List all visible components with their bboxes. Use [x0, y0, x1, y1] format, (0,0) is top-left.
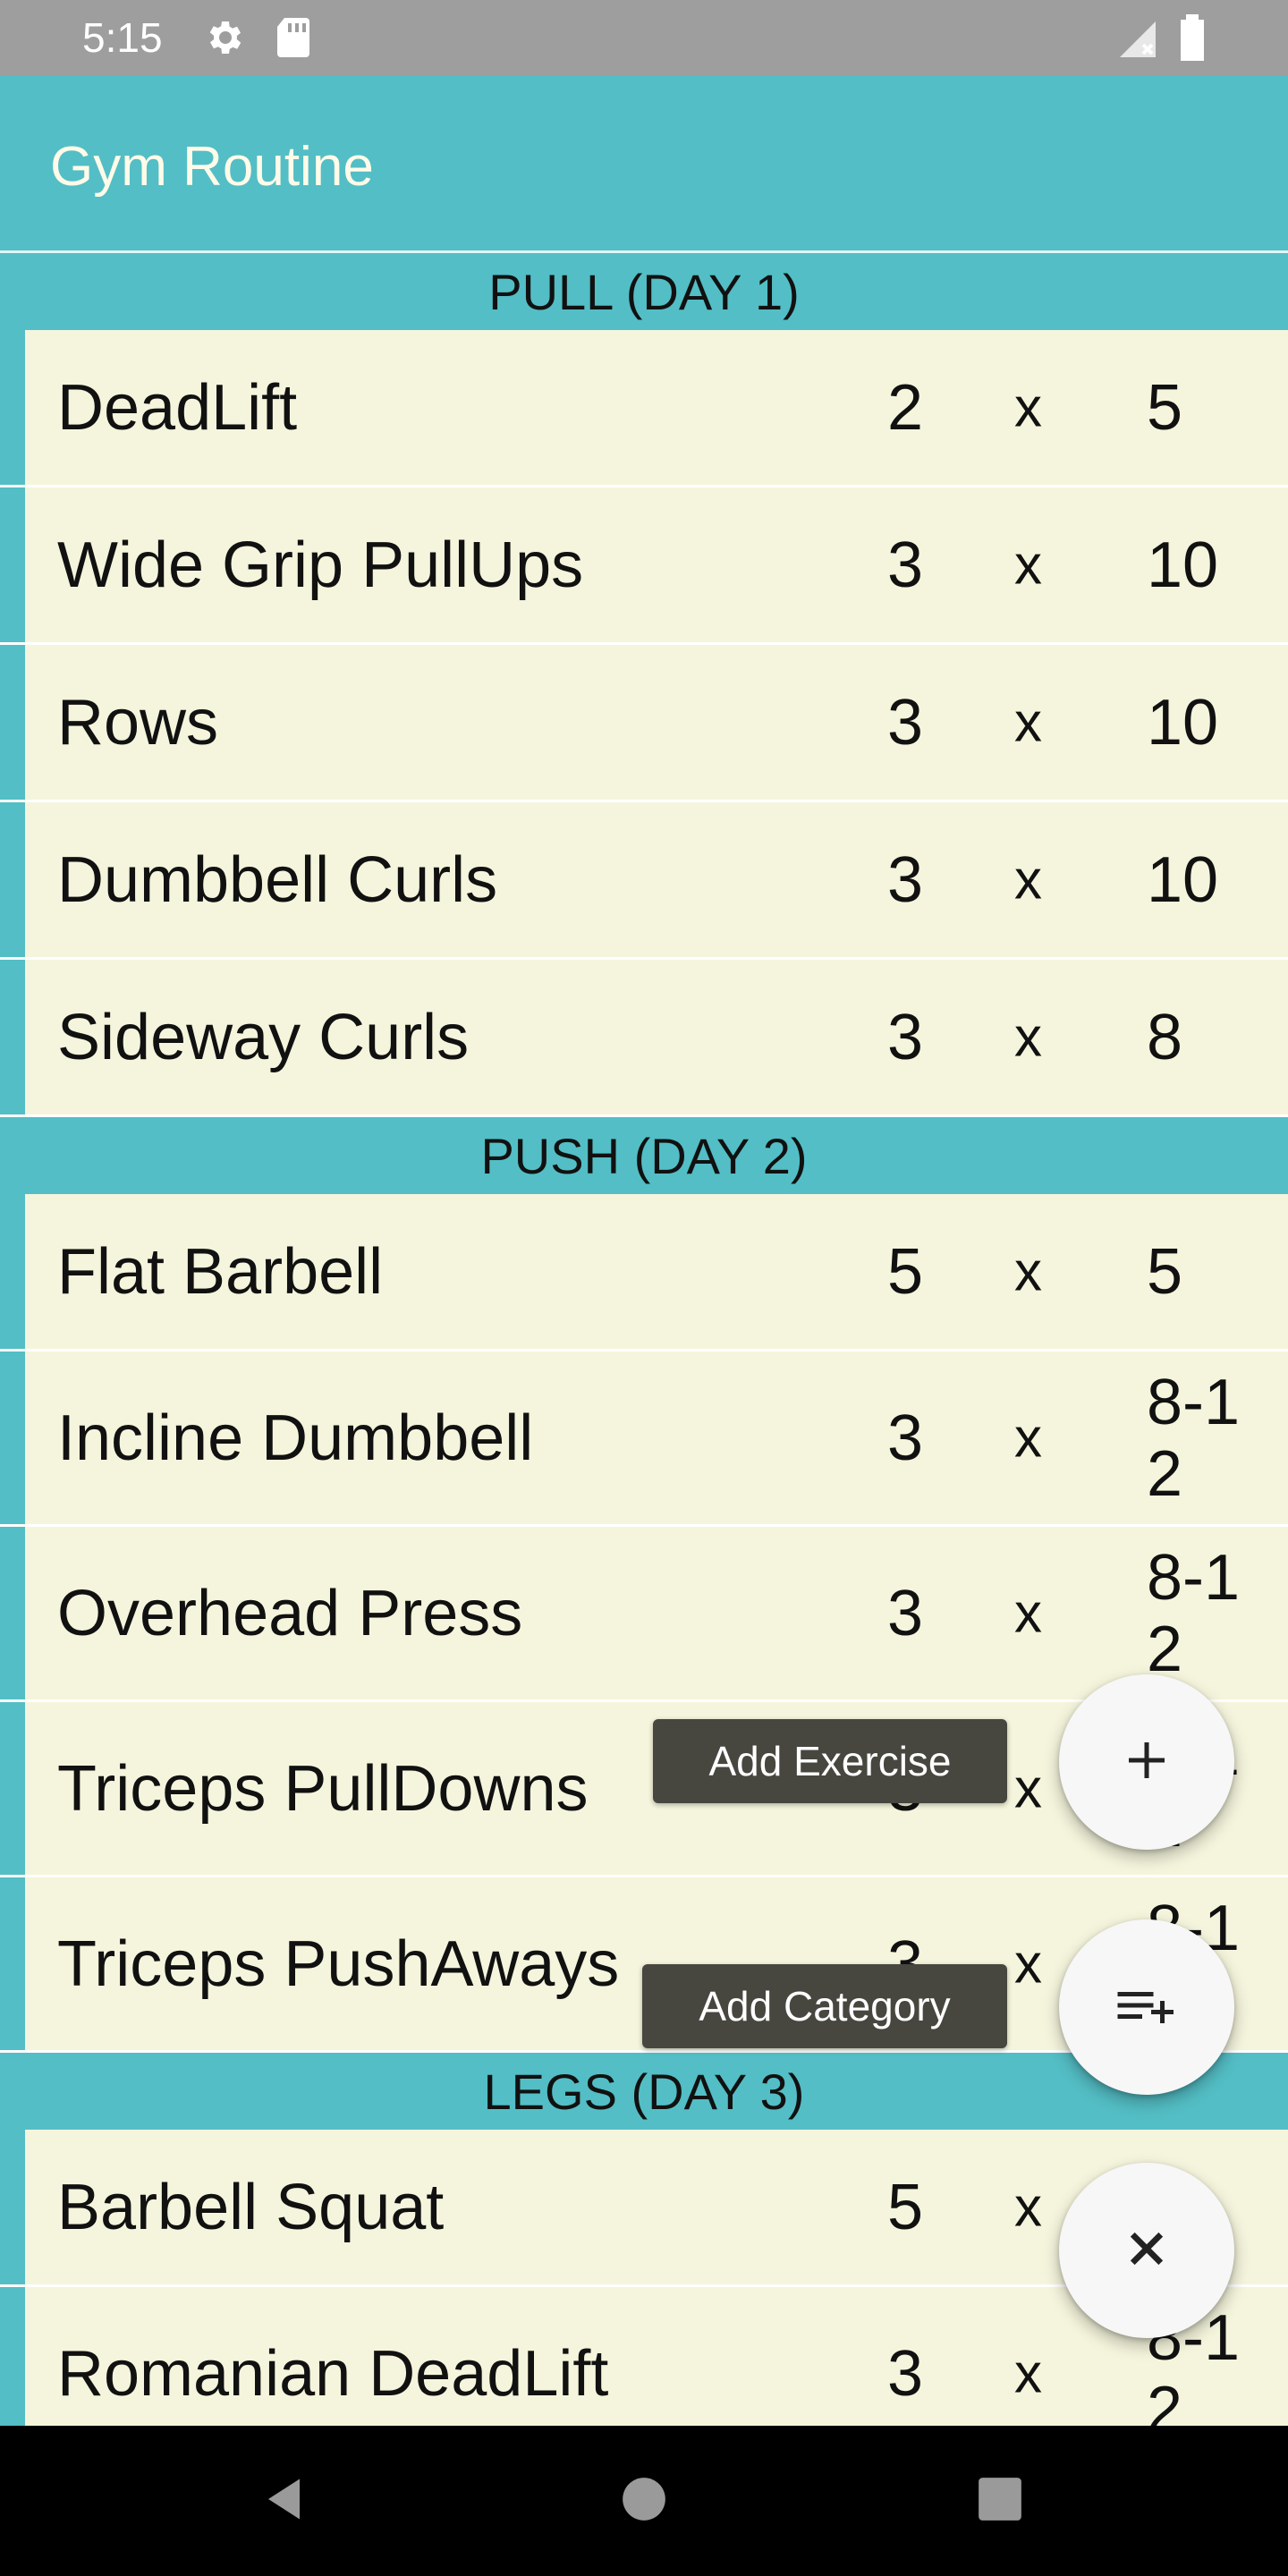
exercise-row[interactable]: DeadLift 2 x 5 [0, 330, 1288, 487]
exercise-sets: 3 [887, 1001, 924, 1073]
add-category-button[interactable] [1059, 1919, 1234, 2095]
exercise-sets: 3 [887, 686, 924, 758]
recents-button[interactable] [928, 2426, 1072, 2576]
status-time: 5:15 [82, 14, 163, 61]
category-header[interactable]: PULL (DAY 1) [0, 253, 1288, 330]
row-accent-stripe [0, 1352, 25, 1524]
exercise-sets: 5 [887, 1235, 924, 1308]
exercise-name: DeadLift [57, 371, 298, 444]
home-button[interactable] [572, 2426, 716, 2576]
exercise-row[interactable]: Dumbbell Curls 3 x 10 [0, 802, 1288, 960]
exercise-sets: 3 [887, 1402, 924, 1474]
exercise-name: Sideway Curls [57, 1001, 470, 1073]
row-accent-stripe [0, 1527, 25, 1699]
app-title: Gym Routine [50, 136, 374, 198]
row-accent-stripe [0, 1702, 25, 1875]
sd-card-icon [274, 16, 313, 64]
exercise-row[interactable]: Rows 3 x 10 [0, 645, 1288, 802]
gear-icon [202, 16, 245, 64]
exercise-name: Barbell Squat [57, 2171, 445, 2243]
row-accent-stripe [0, 1877, 25, 2050]
row-accent-stripe [0, 2287, 25, 2426]
exercise-row[interactable]: Overhead Press 3 x 8-12 [0, 1527, 1288, 1702]
exercise-sets: 3 [887, 843, 924, 916]
exercise-reps: 8-12 [1147, 1366, 1241, 1510]
add-exercise-button[interactable] [1059, 1674, 1234, 1850]
times-sign: x [1014, 1241, 1042, 1302]
times-sign: x [1014, 534, 1042, 596]
row-accent-stripe [0, 802, 25, 957]
times-sign: x [1014, 2343, 1042, 2404]
row-accent-stripe [0, 2130, 25, 2284]
times-sign: x [1014, 2176, 1042, 2238]
times-sign: x [1014, 1933, 1042, 1995]
close-icon [1123, 2224, 1171, 2277]
exercise-row[interactable]: Incline Dumbbell 3 x 8-12 [0, 1352, 1288, 1527]
row-accent-stripe [0, 1194, 25, 1349]
battery-icon [1179, 14, 1206, 65]
exercise-name: Dumbbell Curls [57, 843, 498, 916]
back-icon [259, 2472, 313, 2530]
times-sign: x [1014, 377, 1042, 438]
exercise-sets: 3 [887, 1577, 924, 1649]
exercise-reps: 5 [1147, 1235, 1183, 1308]
app-bar: Gym Routine [0, 75, 1288, 250]
times-sign: x [1014, 691, 1042, 753]
routine-list[interactable]: PULL (DAY 1) DeadLift 2 x 5 Wide Grip PullUps… [0, 253, 1288, 2426]
exercise-reps: 10 [1147, 843, 1219, 916]
row-accent-stripe [0, 330, 25, 485]
exercise-row[interactable]: Wide Grip PullUps 3 x 10 [0, 487, 1288, 645]
status-bar: 5:15 [0, 0, 1288, 75]
add-category-label[interactable]: Add Category [642, 1964, 1007, 2048]
times-sign: x [1014, 1006, 1042, 1068]
navigation-bar [0, 2426, 1288, 2576]
signal-icon [1116, 18, 1159, 65]
exercise-name: Incline Dumbbell [57, 1402, 534, 1474]
exercise-name: Flat Barbell [57, 1235, 384, 1308]
back-button[interactable] [215, 2426, 358, 2576]
exercise-name: Rows [57, 686, 219, 758]
times-sign: x [1014, 1582, 1042, 1644]
times-sign: x [1014, 849, 1042, 911]
exercise-sets: 2 [887, 371, 924, 444]
row-accent-stripe [0, 487, 25, 642]
exercise-name: Wide Grip PullUps [57, 529, 584, 601]
times-sign: x [1014, 1407, 1042, 1469]
exercise-sets: 5 [887, 2171, 924, 2243]
exercise-name: Overhead Press [57, 1577, 523, 1649]
exercise-reps: 10 [1147, 686, 1219, 758]
plus-icon [1120, 1733, 1174, 1792]
exercise-reps: 8 [1147, 1001, 1183, 1073]
exercise-sets: 3 [887, 529, 924, 601]
playlist-add-icon [1113, 1979, 1181, 2037]
exercise-row[interactable]: Sideway Curls 3 x 8 [0, 960, 1288, 1117]
exercise-name: Triceps PushAways [57, 1928, 620, 2000]
exercise-reps: 5 [1147, 371, 1183, 444]
exercise-reps: 10 [1147, 529, 1219, 601]
home-icon [621, 2476, 667, 2527]
close-menu-button[interactable] [1059, 2163, 1234, 2338]
exercise-name: Romanian DeadLift [57, 2337, 609, 2410]
times-sign: x [1014, 1758, 1042, 1819]
category-header[interactable]: PUSH (DAY 2) [0, 1117, 1288, 1194]
row-accent-stripe [0, 645, 25, 800]
exercise-reps: 8-12 [1147, 1541, 1241, 1685]
exercise-name: Triceps PullDowns [57, 1752, 589, 1825]
recents-icon [977, 2476, 1023, 2527]
exercise-row[interactable]: Flat Barbell 5 x 5 [0, 1194, 1288, 1352]
exercise-sets: 3 [887, 2337, 924, 2410]
add-exercise-label[interactable]: Add Exercise [653, 1719, 1007, 1803]
row-accent-stripe [0, 960, 25, 1114]
